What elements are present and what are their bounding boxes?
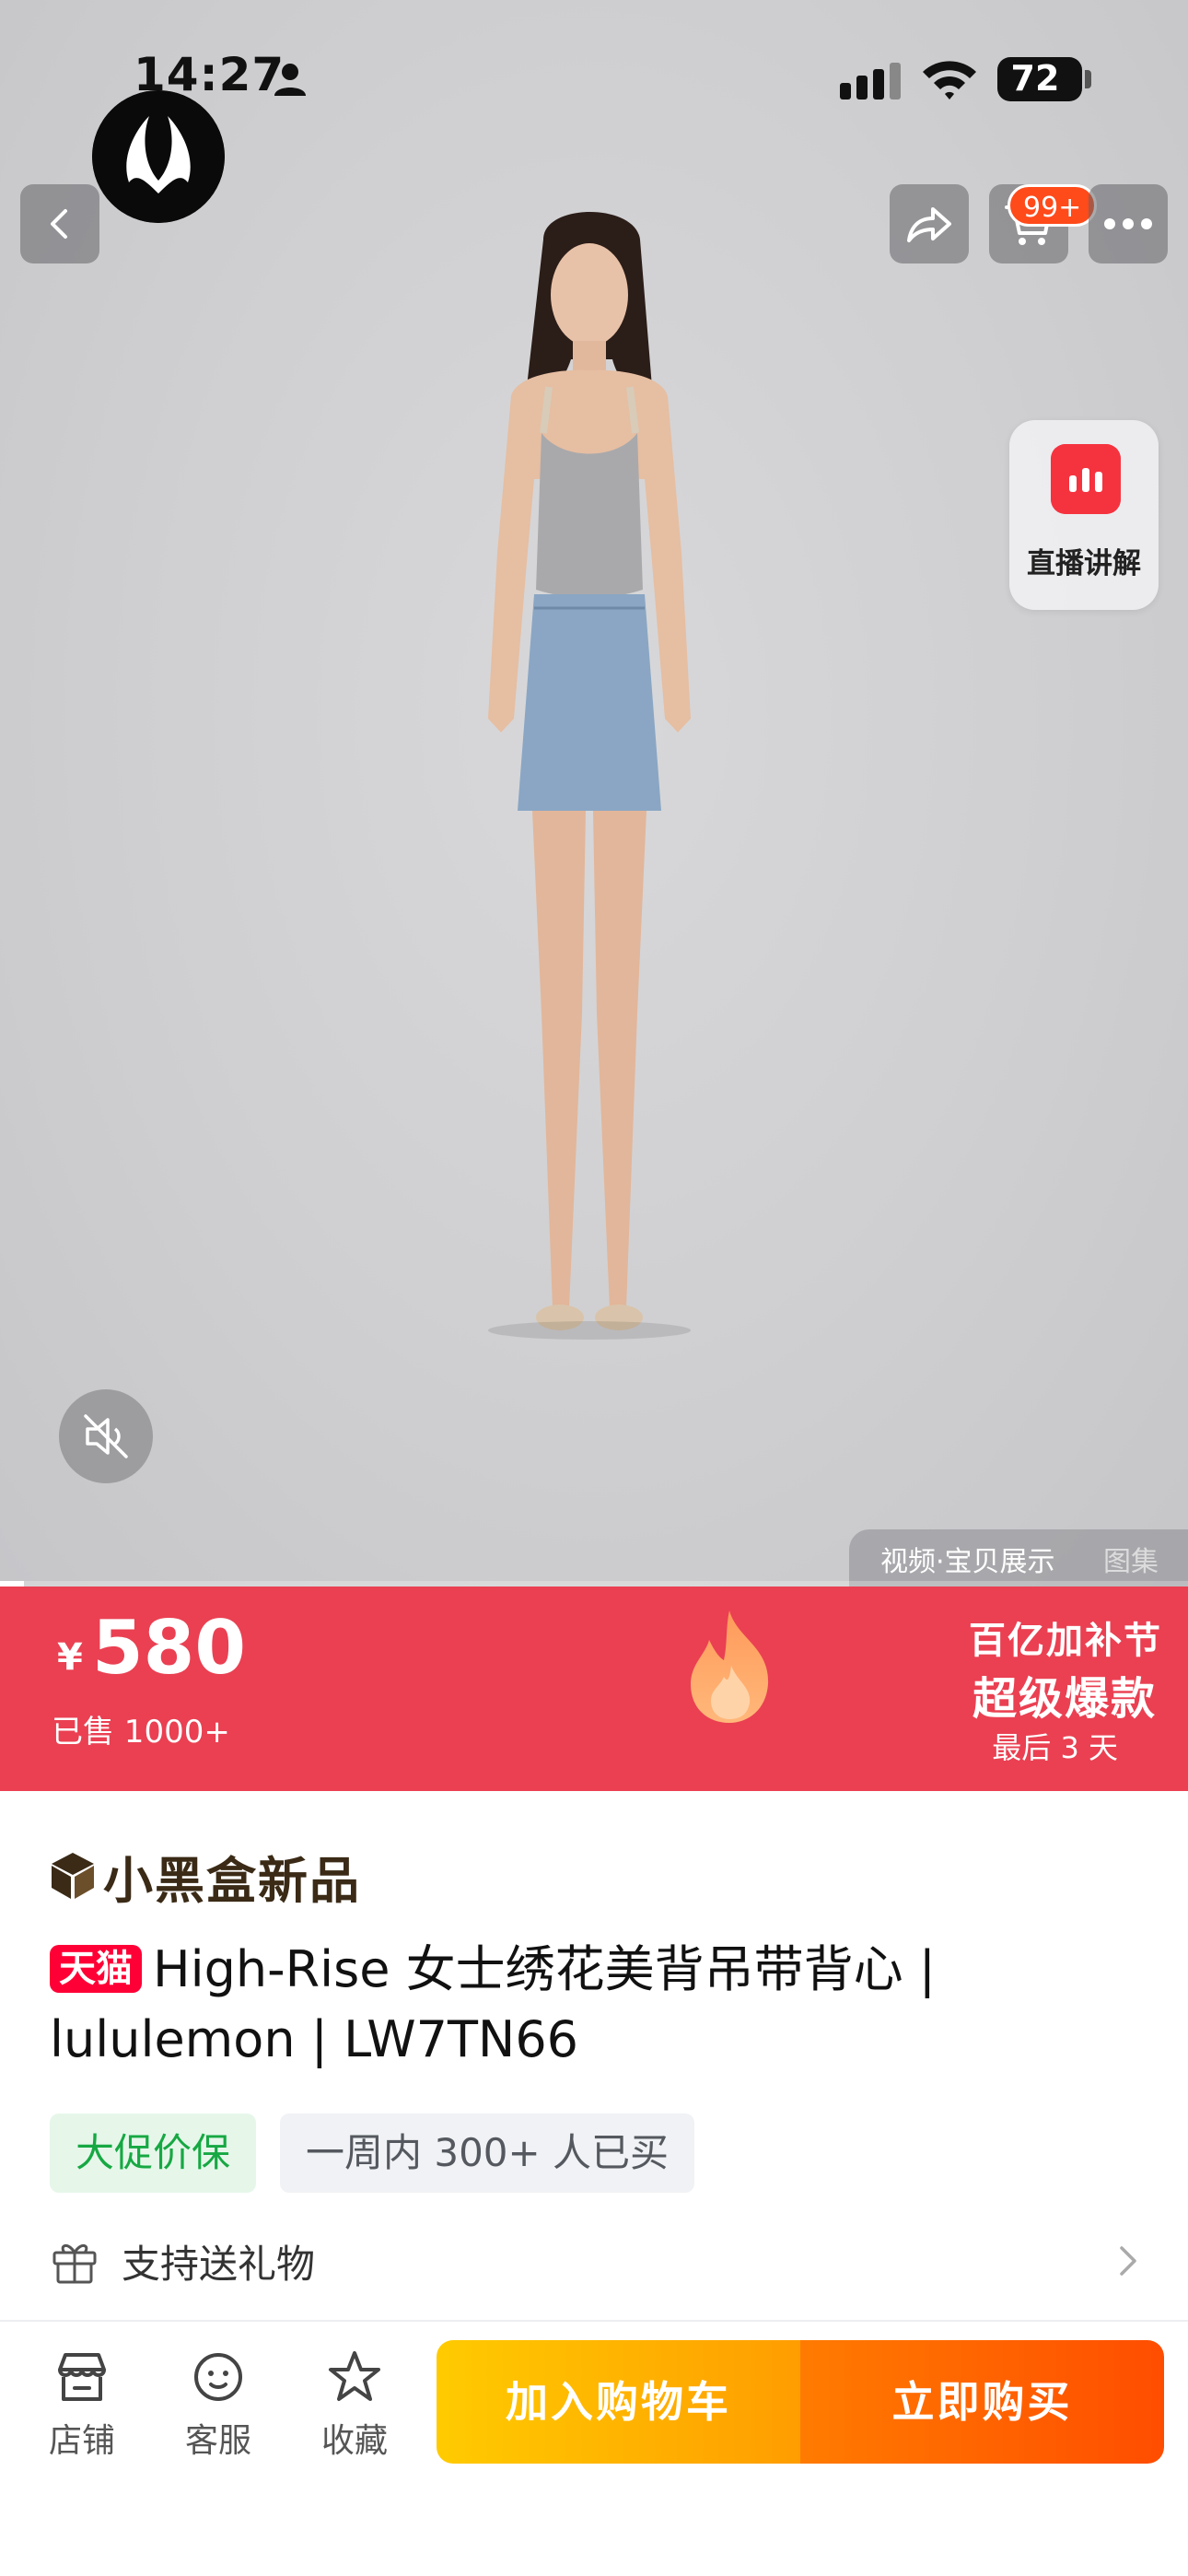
battery-level: 72 bbox=[1010, 58, 1060, 99]
weekly-buyers-chip[interactable]: 一周内 300+ 人已买 bbox=[280, 2113, 695, 2193]
media-tabs: 视频·宝贝展示 图集 bbox=[849, 1529, 1188, 1587]
service-icon bbox=[194, 2353, 242, 2401]
product-model-image bbox=[488, 212, 691, 1340]
product-title-text: High-Rise 女士绣花美背吊带背心 | lululemon | LW7TN… bbox=[50, 1940, 936, 2068]
share-icon bbox=[907, 207, 951, 242]
star-icon bbox=[329, 2351, 380, 2401]
service-label: 客服 bbox=[184, 2422, 251, 2460]
tab-video[interactable]: 视频·宝贝展示 bbox=[880, 1539, 1055, 1579]
gift-support-row[interactable]: 支持送礼物 bbox=[50, 2224, 1142, 2298]
chevron-right-icon bbox=[1120, 2246, 1136, 2276]
tmall-badge: 天猫 bbox=[50, 1945, 142, 1993]
brand-logo bbox=[92, 90, 225, 223]
price-value: 580 bbox=[92, 1605, 246, 1691]
live-label: 直播讲解 bbox=[1027, 547, 1141, 580]
shop-icon bbox=[58, 2353, 106, 2401]
new-product-tag: 小黑盒新品 bbox=[50, 1846, 361, 1910]
person-icon bbox=[274, 64, 306, 96]
live-icon bbox=[1051, 444, 1121, 514]
more-button[interactable] bbox=[1089, 184, 1168, 263]
favorite-label: 收藏 bbox=[320, 2422, 388, 2460]
more-icon bbox=[1104, 218, 1152, 229]
flame-icon bbox=[691, 1610, 769, 1723]
cart-badge: 99+ bbox=[1007, 184, 1098, 227]
mute-button[interactable] bbox=[59, 1389, 153, 1483]
product-media[interactable]: 14:27 72 99+ 直播讲解 视频·宝贝展示 图集 bbox=[0, 0, 1188, 1587]
price-protection-chip[interactable]: 大促价保 bbox=[50, 2113, 257, 2193]
gift-icon bbox=[52, 2244, 97, 2284]
tab-gallery[interactable]: 图集 bbox=[1103, 1539, 1159, 1579]
favorite-button[interactable]: 收藏 bbox=[304, 2348, 405, 2467]
gift-label: 支持送礼物 bbox=[122, 2241, 316, 2287]
customer-service-button[interactable]: 客服 bbox=[168, 2348, 269, 2467]
shop-label: 店铺 bbox=[48, 2422, 115, 2460]
promo-subtitle: 超级爆款 bbox=[972, 1673, 1157, 1725]
shop-nav-button[interactable]: 店铺 bbox=[31, 2348, 133, 2467]
product-info: 小黑盒新品 天猫 High-Rise 女士绣花美背吊带背心 | lululemon… bbox=[0, 1791, 1188, 2320]
buy-now-button[interactable]: 立即购买 bbox=[800, 2340, 1164, 2464]
promo-countdown: 最后 3 天 bbox=[992, 1730, 1118, 1765]
add-to-cart-button[interactable]: 加入购物车 bbox=[437, 2340, 800, 2464]
box-icon bbox=[52, 1853, 94, 1899]
live-explain-button[interactable]: 直播讲解 bbox=[1009, 420, 1159, 610]
sold-count: 已售 1000+ bbox=[52, 1714, 230, 1751]
bottom-action-bar: 店铺 客服 收藏 加入购物车 立即购买 bbox=[0, 2320, 1188, 2576]
currency-symbol: ¥ bbox=[57, 1636, 83, 1679]
back-button[interactable] bbox=[20, 184, 99, 263]
wifi-icon bbox=[923, 61, 976, 100]
battery-nub bbox=[1085, 70, 1091, 88]
product-title: 天猫 High-Rise 女士绣花美背吊带背心 | lululemon | LW7… bbox=[50, 1935, 1136, 2075]
signal-icon bbox=[840, 63, 901, 100]
back-icon bbox=[51, 209, 67, 239]
share-button[interactable] bbox=[890, 184, 969, 263]
promo-title: 百亿加补节 bbox=[969, 1620, 1162, 1662]
price-banner: ¥ 580 已售 1000+ 百亿加补节 超级爆款 最后 3 天 bbox=[0, 1587, 1188, 1791]
mute-icon bbox=[84, 1414, 128, 1458]
new-tag-label: 小黑盒新品 bbox=[103, 1851, 361, 1910]
purchase-buttons: 加入购物车 立即购买 bbox=[437, 2340, 1164, 2464]
